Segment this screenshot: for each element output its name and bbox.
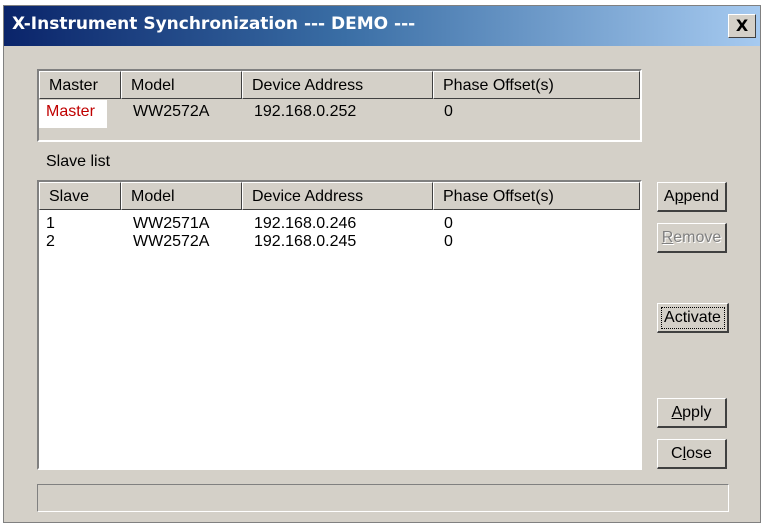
status-bar — [37, 484, 729, 512]
title-bar[interactable]: X-Instrument Synchronization --- DEMO --… — [4, 6, 760, 46]
master-address-cell: 192.168.0.252 — [254, 103, 357, 120]
slave-number-cell: 1 — [46, 215, 55, 232]
master-offset-cell: 0 — [444, 103, 453, 120]
slave-offset-cell: 0 — [444, 233, 453, 250]
master-header-master[interactable]: Master — [39, 71, 121, 99]
close-icon: X — [735, 16, 749, 35]
master-header-model[interactable]: Model — [121, 71, 242, 99]
window-title: X-Instrument Synchronization --- DEMO --… — [12, 14, 416, 34]
remove-label-accel: R — [661, 229, 674, 246]
close-window-button[interactable]: X — [728, 14, 756, 38]
slave-model-cell: WW2571A — [133, 215, 210, 232]
slave-header-offset[interactable]: Phase Offset(s) — [433, 182, 640, 210]
remove-button[interactable]: Remove — [657, 223, 727, 253]
master-model-cell: WW2572A — [133, 103, 210, 120]
slave-list-table[interactable]: Slave Model Device Address Phase Offset(… — [37, 180, 642, 470]
apply-label-post: pply — [682, 404, 712, 421]
remove-label-post: emove — [673, 229, 722, 246]
append-label-post: pend — [683, 188, 720, 205]
sync-dialog: X-Instrument Synchronization --- DEMO --… — [3, 5, 761, 523]
close-label-post: ose — [686, 445, 712, 462]
slave-model-cell: WW2572A — [133, 233, 210, 250]
apply-label-accel: A — [671, 404, 683, 421]
slave-header-model[interactable]: Model — [121, 182, 242, 210]
activate-label-post: Activate — [664, 309, 721, 326]
slave-number-cell: 2 — [46, 233, 55, 250]
close-button[interactable]: Close — [657, 439, 727, 469]
close-label-pre: C — [671, 445, 683, 462]
slave-header-slave[interactable]: Slave — [39, 182, 121, 210]
master-table[interactable]: Master Model Device Address Phase Offset… — [37, 69, 642, 142]
slave-header-address[interactable]: Device Address — [242, 182, 433, 210]
apply-button[interactable]: Apply — [657, 398, 727, 428]
slave-address-cell: 192.168.0.246 — [254, 215, 357, 232]
activate-button[interactable]: Activate — [657, 303, 729, 333]
master-header-address[interactable]: Device Address — [242, 71, 433, 99]
append-label-pre: A — [663, 188, 675, 205]
slave-list-label: Slave list — [46, 153, 111, 170]
slave-offset-cell: 0 — [444, 215, 453, 232]
master-role-cell: Master — [46, 103, 95, 120]
append-button[interactable]: Append — [657, 182, 727, 212]
master-header-offset[interactable]: Phase Offset(s) — [433, 71, 640, 99]
slave-address-cell: 192.168.0.245 — [254, 233, 357, 250]
